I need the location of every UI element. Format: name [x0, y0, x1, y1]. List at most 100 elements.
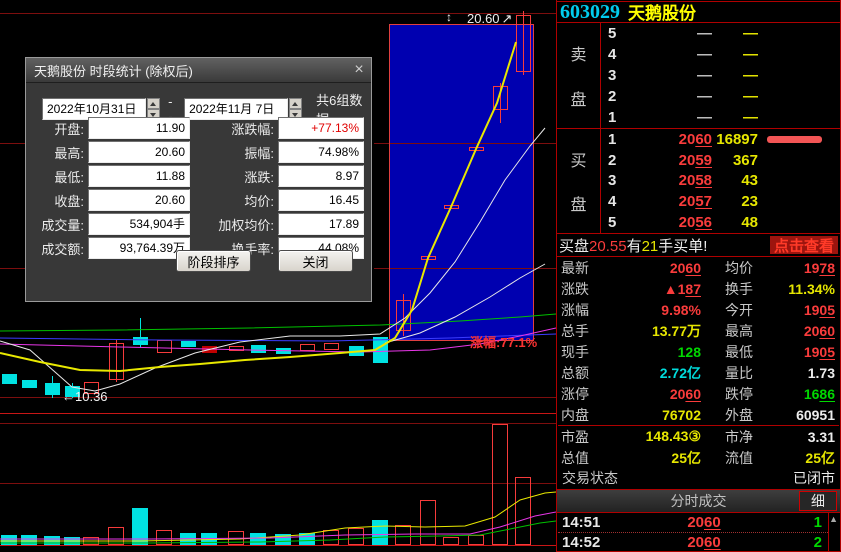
- trade-status-value: 已闭市: [793, 468, 835, 488]
- sell-volume: —: [712, 109, 758, 126]
- sell-char: 卖: [570, 41, 586, 65]
- stat-label: 量比: [725, 363, 775, 383]
- level-number: 5: [602, 214, 626, 231]
- trade-time: 14:51: [558, 514, 620, 531]
- tab-detail[interactable]: 细: [799, 491, 837, 511]
- notice-text: 买盘20.55有21手买单!: [559, 235, 707, 256]
- stat-label: 换手: [725, 279, 775, 299]
- stock-code: 603029: [560, 2, 620, 22]
- high-field: 20.60: [88, 141, 190, 163]
- avg-price-field: 16.45: [278, 189, 364, 211]
- buy-volume: 23: [712, 193, 758, 210]
- tick-trade-row[interactable]: 14:5220602: [558, 533, 828, 552]
- dialog-field-row: 加权均价:17.89: [204, 212, 364, 236]
- volume-bar: [109, 528, 124, 545]
- buy-volume: 48: [712, 214, 758, 231]
- notice-text-segment: 手买单!: [658, 238, 707, 255]
- buy-row-2[interactable]: 22059367: [602, 152, 839, 169]
- buy-row-3[interactable]: 3205843: [602, 172, 839, 189]
- buy-price: 2057: [626, 193, 712, 210]
- dialog-field-row: 涨跌幅:+77.13%: [204, 116, 364, 140]
- buy-side-label: 买 盘: [557, 129, 601, 233]
- candle: [158, 341, 172, 353]
- amplitude-field: 74.98%: [278, 141, 364, 163]
- notice-text-segment: 买盘: [559, 238, 589, 255]
- level-number: 3: [602, 67, 626, 84]
- candle: [301, 345, 315, 351]
- turnover-field: 93,764.39万: [88, 237, 190, 259]
- trade-count: 1: [788, 514, 828, 531]
- close-button[interactable]: 关闭: [278, 250, 353, 272]
- sell-order-book: 5——4——3——2——1——: [602, 23, 839, 128]
- candle: [181, 341, 196, 347]
- stat-value: 76702: [609, 407, 701, 423]
- click-to-view-button[interactable]: 点击查看: [770, 236, 838, 254]
- sell-row-5[interactable]: 5——: [602, 25, 839, 42]
- stat-value: 25亿: [609, 448, 701, 468]
- tick-trades-tabbar: 分时成交 细: [557, 489, 840, 513]
- dialog-field-row: 振幅:74.98%: [204, 140, 364, 164]
- stat-value: 11.34%: [775, 281, 839, 297]
- level-number: 1: [602, 131, 626, 148]
- stat-value: 9.98%: [609, 302, 701, 318]
- spinner-up-icon[interactable]: [147, 98, 160, 109]
- stat-value: 60951: [775, 407, 839, 423]
- sell-row-3[interactable]: 3——: [602, 67, 839, 84]
- stat-label: 涨跌: [558, 279, 609, 299]
- candle: [2, 374, 17, 384]
- candle: [325, 344, 339, 350]
- buy-row-1[interactable]: 1206016897: [602, 131, 839, 148]
- scroll-up-arrow[interactable]: ▲: [829, 514, 838, 524]
- buy-row-4[interactable]: 4205723: [602, 193, 839, 210]
- low-label: 最低:: [30, 167, 84, 186]
- stat-value: 148.43③: [609, 428, 701, 445]
- stat-value: 13.77万: [609, 321, 701, 341]
- stat-value: 1686: [775, 386, 839, 402]
- buy-volume: 367: [712, 152, 758, 169]
- dialog-field-row: 均价:16.45: [204, 188, 364, 212]
- stage-sort-button[interactable]: 阶段排序: [176, 250, 251, 272]
- stat-value: 2.72亿: [609, 363, 701, 383]
- open-label: 开盘:: [30, 119, 84, 138]
- quote-row: 涨跌▲187换手11.34%: [558, 279, 839, 300]
- dialog-titlebar[interactable]: 天鹅股份 时段统计 (除权后) ×: [26, 58, 371, 83]
- sell-volume: —: [712, 67, 758, 84]
- sell-row-2[interactable]: 2——: [602, 88, 839, 105]
- dialog-field-row: 收盘:20.60: [30, 188, 190, 212]
- candle: [45, 383, 60, 395]
- volume-bar: [372, 520, 388, 545]
- turnover-label: 成交额:: [30, 239, 84, 258]
- stat-label: 现手: [558, 342, 609, 362]
- quote-row: 现手128最低1905: [558, 342, 839, 363]
- volume-bar: [421, 501, 436, 545]
- volume-bar: [516, 478, 531, 545]
- spinner-up-icon[interactable]: [289, 98, 302, 109]
- dialog-close-icon[interactable]: ×: [347, 61, 371, 79]
- tab-tick-trades[interactable]: 分时成交: [671, 491, 727, 511]
- stat-label: 外盘: [725, 405, 775, 425]
- arrow-up-right-icon: ↗: [502, 11, 513, 26]
- quote-row: 涨停2060跌停1686: [558, 383, 839, 404]
- level-number: 2: [602, 152, 626, 169]
- stat-value: 25亿: [775, 448, 839, 468]
- change-field: 8.97: [278, 165, 364, 187]
- sell-row-1[interactable]: 1——: [602, 109, 839, 126]
- stat-value: 1905: [775, 344, 839, 360]
- stat-label: 市净: [725, 427, 775, 447]
- volume-bar: [250, 533, 266, 545]
- trade-time: 14:52: [558, 534, 620, 551]
- level-number: 1: [602, 109, 626, 126]
- buy-row-5[interactable]: 5205648: [602, 214, 839, 231]
- quote-panel: 603029 天鹅股份 卖 盘 5——4——3——2——1—— 买 盘 1206…: [556, 0, 841, 552]
- tick-trade-row[interactable]: 14:5120601: [558, 513, 828, 533]
- weighted-avg-label: 加权均价:: [204, 215, 274, 234]
- app-window: ↕ 20.60↗ ←10.36 涨幅:77.1% 603029 天鹅股份 卖 盘…: [0, 0, 841, 552]
- candle: [133, 337, 148, 345]
- tick-trades-list: 14:512060114:5220602: [558, 513, 829, 552]
- sell-price: —: [626, 25, 712, 42]
- candle: [251, 345, 266, 353]
- volume-bar: [324, 531, 339, 545]
- sell-row-4[interactable]: 4——: [602, 46, 839, 63]
- volume-field: 534,904手: [88, 213, 190, 235]
- volume-label: 成交量:: [30, 215, 84, 234]
